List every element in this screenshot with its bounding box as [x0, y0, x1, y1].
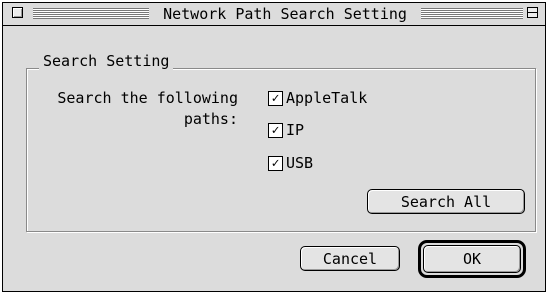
checkbox-checked-icon[interactable]: ✓	[268, 122, 283, 138]
checkbox-checked-icon[interactable]: ✓	[268, 90, 283, 106]
prompt-line-2: paths:	[183, 110, 238, 128]
checkbox-label: AppleTalk	[286, 89, 368, 107]
ip-checkbox[interactable]: ✓ IP	[268, 121, 304, 139]
title-bar[interactable]: Network Path Search Setting	[3, 3, 545, 26]
prompt-line-1: Search the following	[57, 89, 238, 107]
checkbox-label: IP	[286, 121, 305, 139]
appletalk-checkbox[interactable]: ✓ AppleTalk	[268, 89, 367, 107]
group-title: Search Setting	[39, 52, 174, 70]
title-stripes-right	[421, 8, 523, 19]
usb-checkbox[interactable]: ✓ USB	[268, 154, 313, 172]
window-title: Network Path Search Setting	[149, 5, 421, 23]
zoom-box-icon[interactable]	[527, 7, 538, 18]
checkbox-label: USB	[286, 154, 314, 172]
search-paths-prompt: Search the following paths:	[48, 88, 238, 130]
search-all-button[interactable]: Search All	[367, 189, 525, 214]
checkbox-checked-icon[interactable]: ✓	[268, 155, 283, 171]
close-box-icon[interactable]	[12, 7, 23, 18]
ok-button[interactable]: OK	[423, 245, 521, 273]
cancel-button[interactable]: Cancel	[300, 246, 400, 271]
title-stripes-left	[33, 8, 149, 19]
